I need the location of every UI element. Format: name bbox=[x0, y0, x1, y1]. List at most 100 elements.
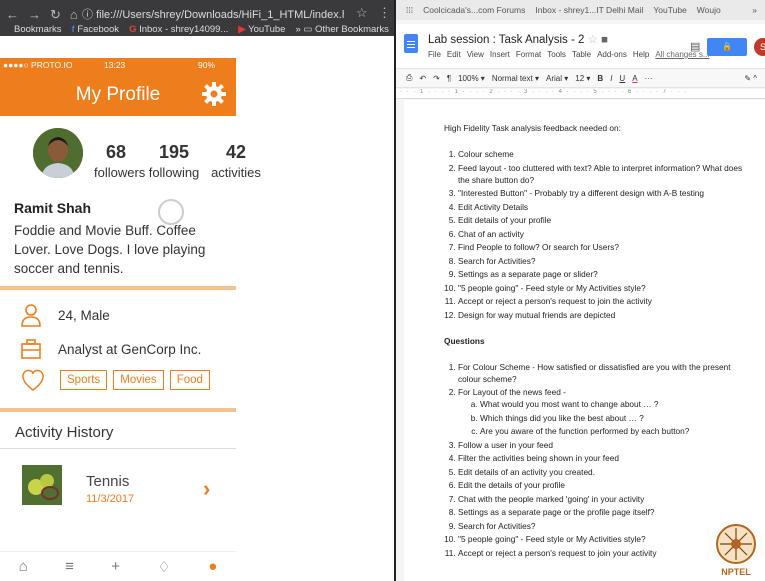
list-item: Edit Activity Details bbox=[458, 201, 749, 213]
interest-tag[interactable]: Movies bbox=[113, 370, 164, 390]
comments-icon[interactable]: ▤ bbox=[690, 40, 700, 53]
address-bar[interactable]: ⓘ file:///Users/shrey/Downloads/HiFi_1_H… bbox=[82, 6, 344, 22]
clock-label: 13:23 bbox=[104, 60, 126, 70]
age-gender-text: 24, Male bbox=[58, 307, 110, 323]
menu-item[interactable]: Format bbox=[516, 50, 541, 59]
chevron-right-icon[interactable]: › bbox=[203, 476, 210, 502]
zoom-select[interactable]: 100% ▾ bbox=[458, 74, 485, 83]
avatar-photo bbox=[33, 128, 83, 178]
list-item: Accept or reject a person's request to j… bbox=[458, 295, 749, 307]
doc-heading: High Fidelity Task analysis feedback nee… bbox=[444, 123, 621, 133]
style-select[interactable]: Normal text ▾ bbox=[492, 74, 539, 83]
forward-icon[interactable]: → bbox=[28, 7, 41, 23]
stat-followers[interactable]: 68 followers bbox=[94, 142, 145, 180]
doc-title[interactable]: Lab session : Task Analysis - 2 ☆ ■ bbox=[428, 32, 608, 46]
menu-item[interactable]: Edit bbox=[447, 50, 461, 59]
share-button[interactable]: 🔒 SHARE bbox=[707, 38, 747, 69]
document-page[interactable]: High Fidelity Task analysis feedback nee… bbox=[404, 100, 765, 581]
print-icon[interactable]: ⎙ bbox=[406, 73, 412, 83]
profile-tab-icon[interactable]: ● bbox=[208, 558, 217, 575]
questions-heading: Questions bbox=[444, 335, 485, 346]
menu-item[interactable]: Tools bbox=[547, 50, 566, 59]
stat-following[interactable]: 195 following bbox=[138, 142, 210, 180]
size-value: 12 bbox=[575, 73, 585, 83]
age-gender-row: 24, Male bbox=[20, 303, 110, 327]
more-icon[interactable]: ··· bbox=[645, 74, 653, 83]
menu-item[interactable]: Table bbox=[572, 50, 591, 59]
paint-format-icon[interactable]: ¶ bbox=[447, 74, 451, 83]
bookmark-facebook[interactable]: f Facebook bbox=[72, 24, 120, 37]
underline-icon[interactable]: U bbox=[619, 74, 625, 83]
bold-icon[interactable]: B bbox=[597, 74, 603, 83]
bookmark-youtube[interactable]: ▶ YouTube bbox=[238, 24, 285, 37]
job-text: Analyst at GenCorp Inc. bbox=[58, 341, 202, 357]
menu-item[interactable]: Add-ons bbox=[597, 50, 627, 59]
font-select[interactable]: Arial ▾ bbox=[546, 74, 568, 83]
gear-icon[interactable] bbox=[201, 81, 227, 107]
browser-toolbar: ← → ↻ ⌂ ⓘ file:///Users/shrey/Downloads/… bbox=[0, 0, 394, 36]
document-body[interactable]: High Fidelity Task analysis feedback nee… bbox=[444, 122, 749, 560]
page-background bbox=[236, 58, 394, 581]
menu-item[interactable]: Insert bbox=[490, 50, 510, 59]
bookmark-star-icon[interactable]: ☆ bbox=[356, 5, 368, 21]
menu-item[interactable]: Help bbox=[633, 50, 649, 59]
bookmark-item[interactable]: YouTube bbox=[653, 5, 686, 15]
profile-name: Ramit Shah bbox=[14, 200, 92, 216]
bookmark-item[interactable]: Bookmarks bbox=[14, 24, 62, 37]
facebook-icon: f bbox=[71, 24, 75, 35]
bookmark-item[interactable]: Woujo bbox=[697, 5, 721, 15]
account-avatar[interactable]: S bbox=[754, 38, 765, 56]
docs-logo-icon[interactable] bbox=[404, 34, 418, 53]
apps-icon[interactable]: ⁞⁞⁞ bbox=[406, 5, 413, 15]
briefcase-icon bbox=[21, 339, 41, 359]
menu-item[interactable]: View bbox=[467, 50, 484, 59]
ruler[interactable]: · · · 1 · · · · 1 · · · · 2 · · · · 3 · … bbox=[396, 89, 765, 99]
list-item-text: For Layout of the news feed - bbox=[458, 387, 566, 397]
save-status[interactable]: All changes s... bbox=[655, 50, 709, 59]
bookmark-inbox[interactable]: G Inbox - shrey14099... bbox=[129, 24, 228, 37]
menu-item[interactable]: File bbox=[428, 50, 441, 59]
interest-tag[interactable]: Sports bbox=[60, 370, 108, 390]
list-item: Edit the details of your profile bbox=[458, 479, 749, 491]
other-bookmarks-label: Other Bookmarks bbox=[315, 24, 389, 35]
redo-icon[interactable]: ↷ bbox=[433, 74, 440, 83]
text-color-icon[interactable]: A bbox=[632, 74, 637, 83]
list-item: For Layout of the news feed - What would… bbox=[458, 386, 749, 437]
list-item: Settings as a separate page or the profi… bbox=[458, 506, 749, 518]
bookmark-item[interactable]: Coolcicada's...com Forums bbox=[423, 5, 525, 15]
carrier-label: ●●●●○ PROTO.IO bbox=[3, 60, 73, 70]
italic-icon[interactable]: I bbox=[610, 74, 612, 83]
activity-thumbnail[interactable] bbox=[22, 465, 62, 505]
menu-tab-icon[interactable]: ≡ bbox=[65, 558, 74, 575]
undo-icon[interactable]: ↶ bbox=[419, 74, 426, 83]
interest-tag[interactable]: Food bbox=[169, 370, 210, 390]
bookmark-item[interactable]: Inbox - shrey1...IT Delhi Mail bbox=[535, 5, 643, 15]
bookmarks-bar: Bookmarks f Facebook G Inbox - shrey1409… bbox=[0, 24, 394, 37]
bottom-tab-bar: ⌂ ≡ + ♢ ● bbox=[0, 551, 236, 581]
reload-icon[interactable]: ↻ bbox=[50, 7, 61, 23]
more-bookmarks-icon[interactable]: » bbox=[752, 5, 765, 15]
avatar[interactable] bbox=[33, 128, 83, 178]
star-icon[interactable]: ☆ bbox=[588, 34, 598, 46]
other-bookmarks[interactable]: » ▭ Other Bookmarks bbox=[295, 24, 394, 37]
pen-icon[interactable]: ✎ ^ bbox=[744, 74, 765, 83]
list-item: "5 people going" - Feed style or My Acti… bbox=[458, 533, 749, 545]
activity-title[interactable]: Tennis bbox=[86, 473, 129, 490]
list-item: Edit details of an activity you created. bbox=[458, 466, 749, 478]
browser-menu-icon[interactable]: ⋮ bbox=[378, 5, 391, 21]
home-icon[interactable]: ⌂ bbox=[70, 7, 78, 23]
home-tab-icon[interactable]: ⌂ bbox=[19, 558, 28, 575]
divider bbox=[0, 448, 236, 449]
size-select[interactable]: 12 ▾ bbox=[575, 74, 590, 83]
add-tab-icon[interactable]: + bbox=[111, 558, 120, 575]
phone-status-bar: ●●●●○ PROTO.IO 13:23 90% bbox=[0, 58, 236, 72]
back-icon[interactable]: ← bbox=[6, 7, 19, 23]
youtube-icon: ▶ bbox=[238, 24, 246, 35]
stat-activities[interactable]: 42 activities bbox=[210, 142, 262, 180]
folder-icon[interactable]: ■ bbox=[601, 34, 608, 46]
sub-questions-list: What would you most want to change about… bbox=[458, 398, 749, 437]
stat-number: 42 bbox=[225, 142, 247, 162]
bell-tab-icon[interactable]: ♢ bbox=[157, 558, 170, 576]
list-item: Accept or reject a person's request to j… bbox=[458, 547, 749, 559]
list-item: Chat with the people marked 'going' in y… bbox=[458, 493, 749, 505]
